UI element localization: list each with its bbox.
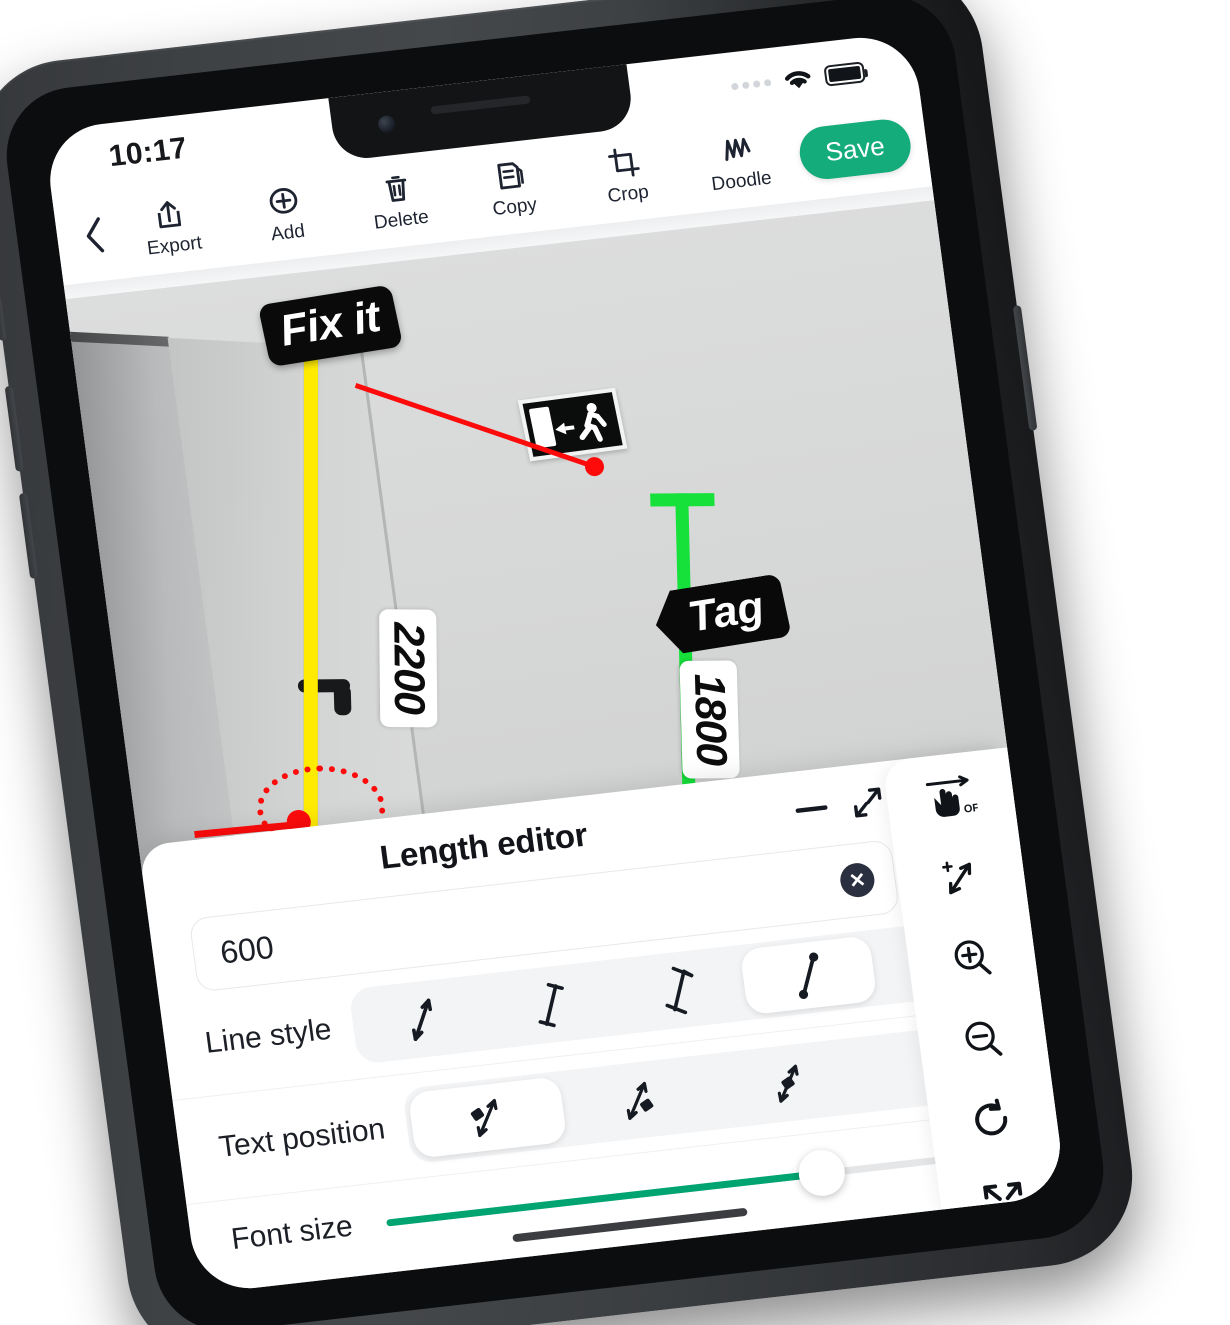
label-right-icon (627, 1081, 654, 1120)
rotate-refresh-icon (975, 1098, 1008, 1136)
tag-pennant[interactable]: Tag (649, 574, 792, 657)
zoom-in-icon (954, 940, 992, 975)
minimize-panel-button[interactable] (783, 801, 840, 817)
svg-text:OFF: OFF (963, 801, 979, 815)
export-share-icon (157, 200, 182, 228)
battery-full-icon (823, 60, 866, 87)
fix-it-tag[interactable]: Fix it (257, 284, 404, 367)
zoom-out-icon (965, 1021, 1003, 1056)
t-bar-icon (665, 966, 694, 1015)
expand-diagonal-icon (853, 787, 882, 818)
back-button[interactable] (71, 214, 118, 256)
line-style-i-bar[interactable] (482, 965, 619, 1045)
toolbar-item-crop[interactable]: Crop (565, 138, 686, 211)
toolbar-label-delete: Delete (372, 206, 430, 234)
add-measure-arrow-icon (942, 861, 972, 895)
minimize-dash-icon (795, 805, 828, 813)
add-measurement-button[interactable] (927, 850, 995, 905)
chevron-left-icon (86, 217, 105, 253)
toolbar-item-delete[interactable]: Delete (338, 164, 459, 237)
signal-dots-icon (730, 78, 772, 90)
drag-lock-off-button[interactable]: OFF (916, 771, 984, 824)
slider-fill (385, 1169, 823, 1227)
toolbar-label-crop: Crop (606, 181, 651, 207)
toolbar-item-doodle[interactable]: Doodle (678, 125, 799, 198)
status-time: 10:17 (106, 131, 190, 174)
line-style-double-arrow[interactable] (354, 979, 491, 1059)
double-arrow-icon (412, 998, 433, 1041)
clear-x-icon[interactable]: ✕ (838, 861, 877, 899)
phone-mockup: 10:17 Export Add Delete Copy Crop Doodle… (0, 0, 1144, 1325)
line-style-t-bar[interactable] (611, 950, 748, 1030)
text-position-left[interactable] (407, 1076, 567, 1159)
i-bar-icon (538, 982, 564, 1028)
label-center-icon (778, 1064, 799, 1103)
toolbar-label-add: Add (269, 220, 307, 245)
text-position-center[interactable] (709, 1042, 869, 1125)
crop-icon (607, 148, 640, 177)
wifi-icon (784, 70, 811, 88)
toolbar-item-copy[interactable]: Copy (451, 151, 572, 224)
hand-drag-off-icon: OFF (925, 775, 979, 817)
zoom-in-button[interactable] (938, 931, 1006, 986)
t-cap-top-icon (649, 493, 715, 507)
text-position-label: Text position (216, 1112, 388, 1164)
add-circle-plus-icon (269, 187, 298, 214)
toolbar-item-add[interactable]: Add (225, 177, 346, 250)
label-left-icon (470, 1099, 498, 1138)
fullscreen-button[interactable] (970, 1175, 1038, 1230)
measurement-label-2200[interactable]: 2200 (378, 608, 437, 727)
measurement-label-1800[interactable]: 1800 (679, 660, 741, 779)
phone-screen: 10:17 Export Add Delete Copy Crop Doodle… (43, 31, 1067, 1295)
screenshot-stage: 10:17 Export Add Delete Copy Crop Doodle… (0, 0, 1230, 1325)
reset-rotate-button[interactable] (959, 1094, 1027, 1149)
trash-delete-icon (385, 175, 407, 202)
doodle-scribble-icon (725, 137, 751, 161)
toolbar-label-doodle: Doodle (710, 167, 773, 195)
toolbar-label-copy: Copy (491, 193, 539, 220)
copy-duplicate-icon (497, 161, 525, 189)
status-indicators (730, 60, 866, 98)
dot-end-icon (798, 952, 819, 1000)
fullscreen-expand-icon (983, 1181, 1026, 1224)
font-size-label: Font size (229, 1209, 355, 1257)
toolbar-label-export: Export (145, 231, 204, 259)
slider-thumb[interactable] (795, 1147, 848, 1199)
zoom-out-button[interactable] (949, 1013, 1017, 1068)
fix-it-leader-line (354, 383, 599, 471)
text-position-right[interactable] (558, 1059, 718, 1142)
save-button[interactable]: Save (796, 116, 914, 182)
toolbar-item-export[interactable]: Export (111, 190, 232, 263)
line-style-label: Line style (203, 1012, 334, 1060)
phone-bezel: 10:17 Export Add Delete Copy Crop Doodle… (0, 0, 1112, 1325)
line-style-dot-end[interactable] (739, 935, 878, 1016)
